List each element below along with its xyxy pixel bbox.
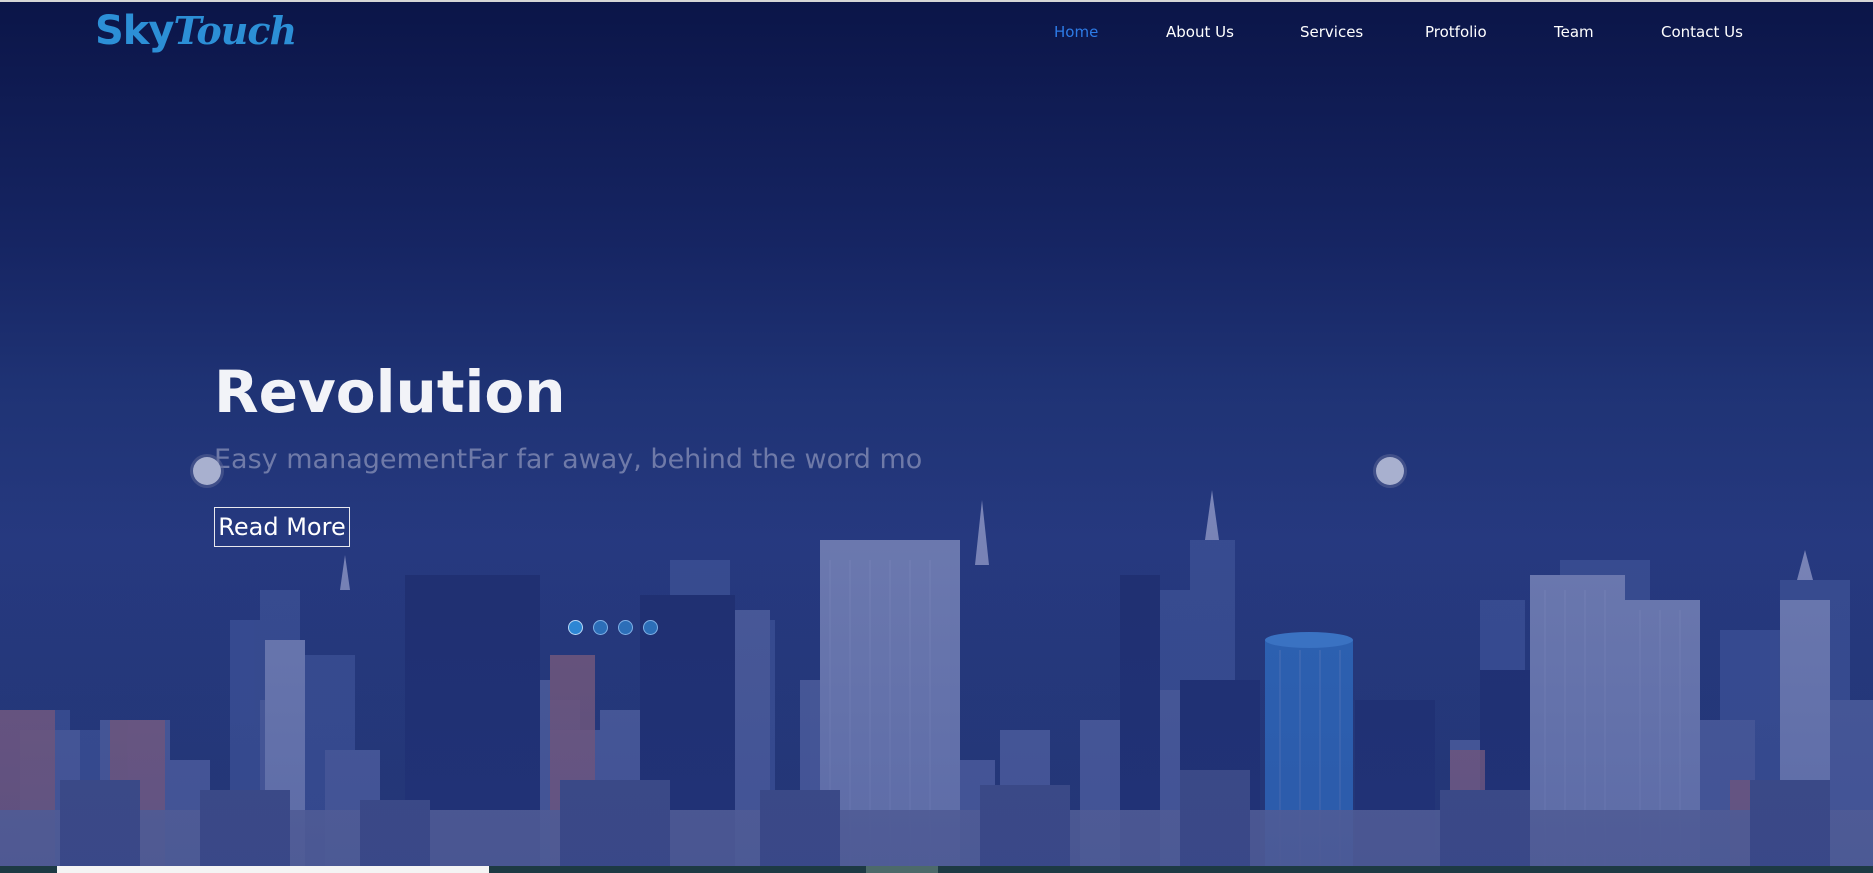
nav-team[interactable]: Team [1554,23,1594,41]
nav-portfolio[interactable]: Protfolio [1425,23,1487,41]
brand-logo[interactable]: SkyTouch [95,8,297,54]
next-arrow-icon[interactable] [1376,457,1404,485]
hero-subtitle: Easy managementFar far away, behind the … [214,444,923,475]
slider-dot-3[interactable] [618,620,633,635]
site-header: SkyTouch Home About Us Services Protfoli… [0,0,1873,70]
logo-text-sky: Sky [95,8,174,54]
read-more-button[interactable]: Read More [214,507,350,547]
bottom-scrollbar[interactable] [0,866,1873,873]
nav-contact-us[interactable]: Contact Us [1661,23,1743,41]
nav-services[interactable]: Services [1300,23,1363,41]
slider-dot-4[interactable] [643,620,658,635]
logo-text-touch: Touch [173,8,297,53]
slider-dot-2[interactable] [593,620,608,635]
hero-title: Revolution [214,358,566,426]
nav-home[interactable]: Home [1054,23,1098,41]
slider-dots [568,620,658,635]
scrollbar-thumb[interactable] [866,866,938,873]
slider-dot-1[interactable] [568,620,583,635]
scrollbar-segment-light [57,866,489,873]
page: SkyTouch Home About Us Services Protfoli… [0,0,1873,873]
nav-about-us[interactable]: About Us [1166,23,1234,41]
prev-arrow-icon[interactable] [193,457,221,485]
